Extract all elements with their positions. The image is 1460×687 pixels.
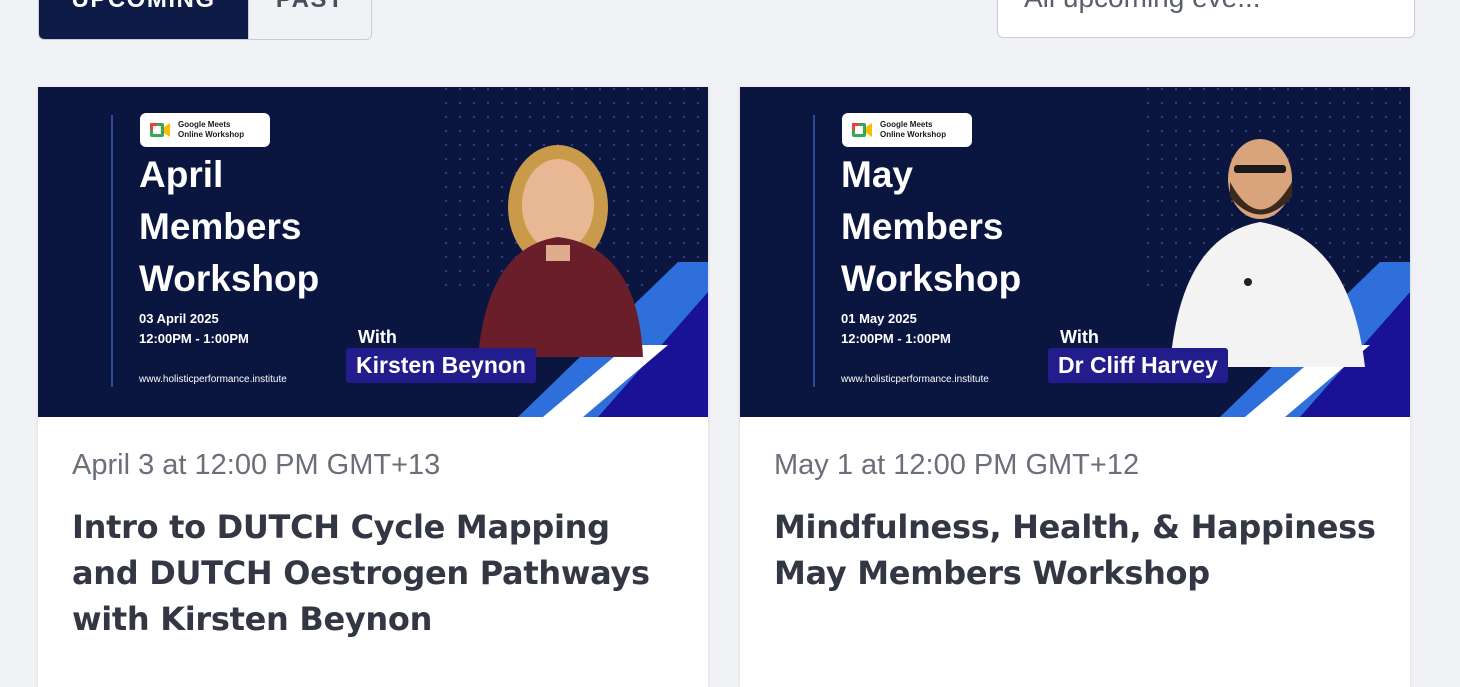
tab-upcoming-label: UPCOMING xyxy=(72,0,216,14)
headline-line: May xyxy=(841,154,913,195)
speaker-name-tag: Kirsten Beynon xyxy=(346,348,536,383)
event-date: April 3 at 12:00 PM GMT+13 xyxy=(72,449,441,481)
google-meet-badge: Google Meets Online Workshop xyxy=(842,113,972,147)
speaker-name-tag: Dr Cliff Harvey xyxy=(1048,348,1228,383)
badge-line-1: Google Meets xyxy=(880,120,933,129)
banner-website: www.holisticperformance.institute xyxy=(139,374,287,385)
banner-with-label: With xyxy=(1060,327,1099,347)
event-title[interactable]: Intro to DUTCH Cycle Mapping and DUTCH O… xyxy=(72,504,674,642)
event-banner-image: Google Meets Online Workshop April Membe… xyxy=(38,87,708,417)
banner-with-label: With xyxy=(358,327,397,347)
banner-time: 12:00PM - 1:00PM xyxy=(841,331,951,346)
event-banner-image: Google Meets Online Workshop May Members… xyxy=(740,87,1410,417)
headline-line: April xyxy=(139,154,224,195)
filter-value: All upcoming eve... xyxy=(1024,0,1261,14)
event-date: May 1 at 12:00 PM GMT+12 xyxy=(774,449,1140,481)
banner-datetime: 03 April 2025 12:00PM - 1:00PM xyxy=(139,309,249,349)
google-meet-icon xyxy=(852,123,872,137)
event-card[interactable]: Google Meets Online Workshop May Members… xyxy=(740,87,1410,687)
google-meet-badge: Google Meets Online Workshop xyxy=(140,113,270,147)
badge-line-1: Google Meets xyxy=(178,120,231,129)
google-meet-icon xyxy=(150,123,170,137)
banner-headline: April Members Workshop xyxy=(139,149,319,305)
event-card[interactable]: Google Meets Online Workshop April Membe… xyxy=(38,87,708,687)
event-tabs: UPCOMING PAST xyxy=(38,0,372,40)
tab-past-label: PAST xyxy=(276,0,344,14)
banner-website: www.holisticperformance.institute xyxy=(841,374,989,385)
banner-date: 01 May 2025 xyxy=(841,311,917,326)
badge-line-2: Online Workshop xyxy=(178,130,245,139)
tab-upcoming[interactable]: UPCOMING xyxy=(39,0,248,39)
headline-line: Members xyxy=(841,206,1004,247)
headline-line: Members xyxy=(139,206,302,247)
chevron-down-icon xyxy=(1364,0,1378,5)
event-title[interactable]: Mindfulness, Health, & Happiness May Mem… xyxy=(774,504,1376,596)
banner-datetime: 01 May 2025 12:00PM - 1:00PM xyxy=(841,309,951,349)
event-filter-select[interactable]: All upcoming eve... xyxy=(997,0,1415,38)
banner-time: 12:00PM - 1:00PM xyxy=(139,331,249,346)
tab-past[interactable]: PAST xyxy=(248,0,371,39)
banner-headline: May Members Workshop xyxy=(841,149,1021,305)
badge-line-2: Online Workshop xyxy=(880,130,947,139)
headline-line: Workshop xyxy=(139,258,320,299)
banner-date: 03 April 2025 xyxy=(139,311,219,326)
headline-line: Workshop xyxy=(841,258,1022,299)
